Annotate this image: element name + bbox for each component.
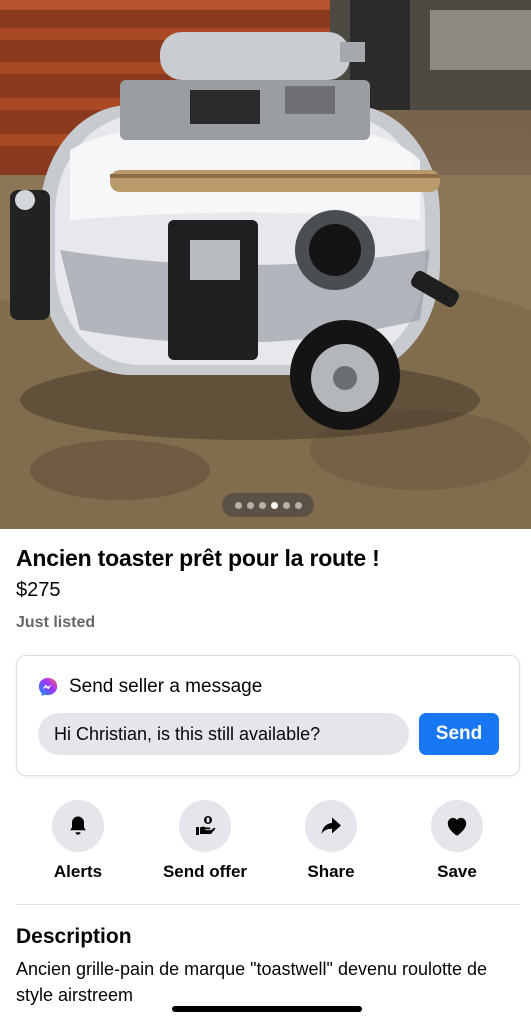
messenger-icon bbox=[38, 677, 58, 697]
pager-dot[interactable] bbox=[246, 501, 254, 509]
pager-dot[interactable] bbox=[294, 501, 302, 509]
description-text: Ancien grille-pain de marque "toastwell"… bbox=[16, 959, 488, 1005]
description-heading: Description bbox=[16, 925, 132, 948]
alerts-button[interactable] bbox=[52, 800, 104, 852]
listing-photo[interactable] bbox=[0, 0, 531, 529]
send-offer-label: Send offer bbox=[162, 862, 248, 881]
share-button[interactable] bbox=[305, 800, 357, 852]
home-indicator[interactable] bbox=[172, 1006, 362, 1012]
alerts-action[interactable]: Alerts bbox=[18, 800, 138, 882]
alerts-label: Alerts bbox=[53, 862, 103, 881]
message-header: Send seller a message bbox=[37, 676, 262, 698]
listing-title: Ancien toaster prêt pour la route ! bbox=[16, 545, 380, 571]
message-heading: Send seller a message bbox=[69, 676, 263, 697]
save-button[interactable] bbox=[431, 800, 483, 852]
section-divider bbox=[16, 904, 520, 905]
share-label: Share bbox=[307, 862, 355, 881]
send-button[interactable]: Send bbox=[419, 713, 499, 755]
listing-price: $275 bbox=[16, 579, 61, 601]
share-arrow-icon bbox=[321, 817, 341, 834]
toaster-trailer-image bbox=[0, 0, 531, 529]
photo-pager[interactable] bbox=[222, 493, 314, 517]
save-label: Save bbox=[437, 862, 477, 881]
listing-status: Just listed bbox=[16, 614, 96, 631]
send-offer-button[interactable] bbox=[179, 800, 231, 852]
bell-icon bbox=[70, 816, 86, 835]
send-offer-action[interactable]: Send offer bbox=[145, 800, 265, 882]
offer-hand-icon bbox=[196, 816, 216, 835]
pager-dot[interactable] bbox=[258, 501, 266, 509]
send-message-card: Send seller a message Send bbox=[16, 655, 520, 776]
share-action[interactable]: Share bbox=[271, 800, 391, 882]
pager-dot[interactable] bbox=[234, 501, 242, 509]
heart-icon bbox=[447, 817, 467, 836]
pager-dot[interactable] bbox=[282, 501, 290, 509]
pager-dot-active[interactable] bbox=[270, 501, 278, 509]
save-action[interactable]: Save bbox=[397, 800, 517, 882]
action-row: Alerts Send offer Share Save bbox=[0, 800, 531, 890]
message-input[interactable] bbox=[38, 713, 409, 755]
